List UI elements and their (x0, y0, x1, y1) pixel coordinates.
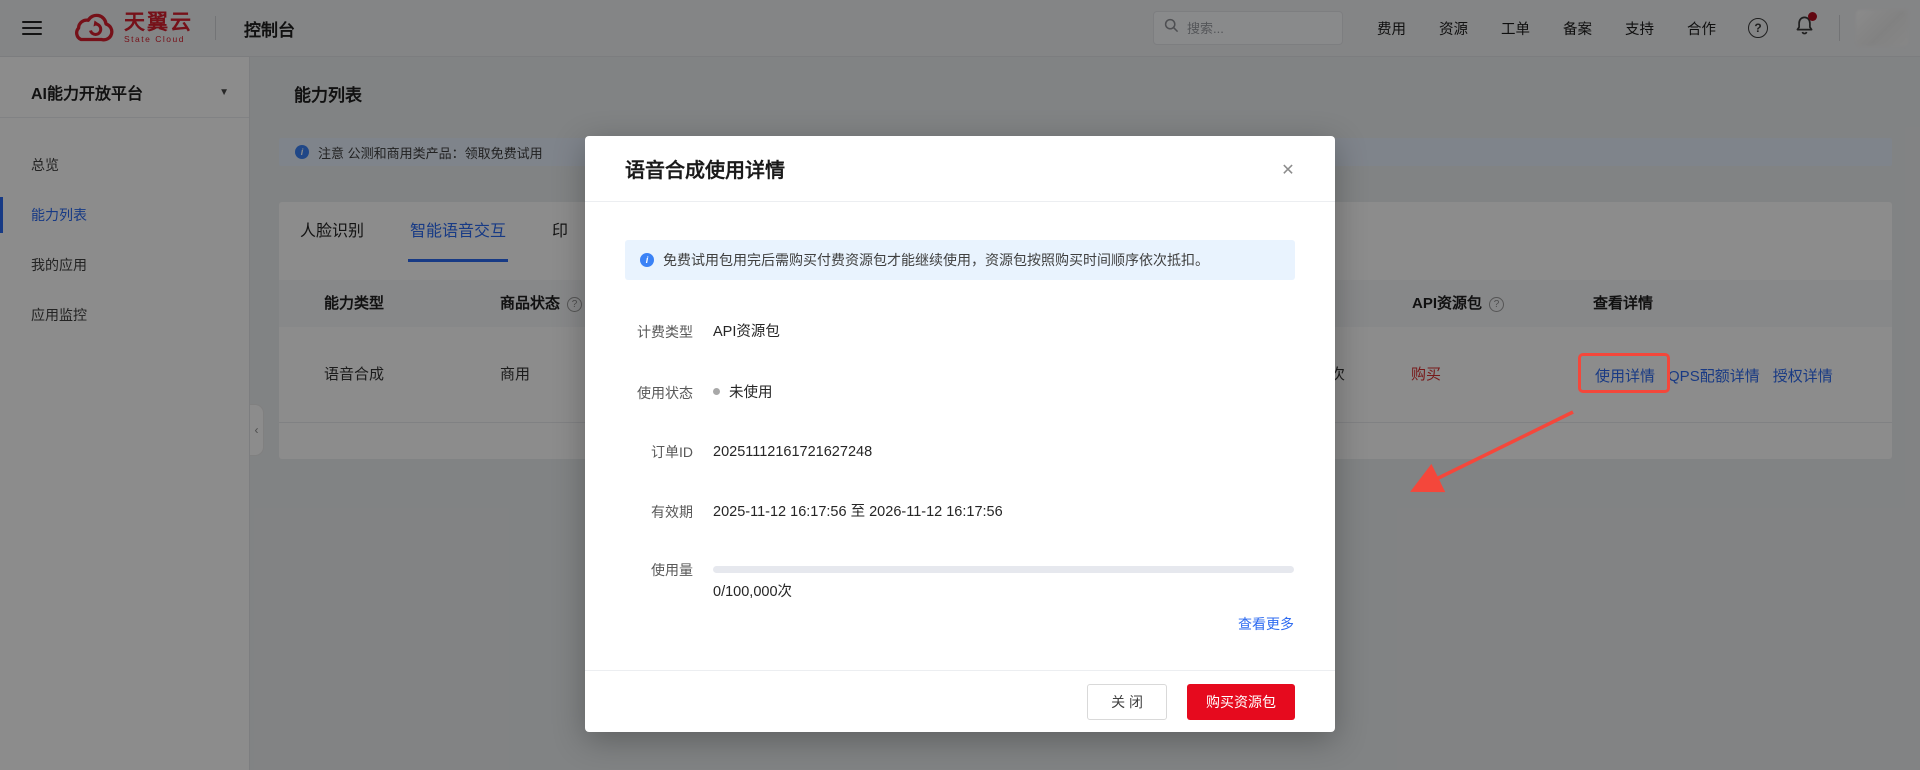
buy-package-button[interactable]: 购买资源包 (1187, 683, 1295, 720)
modal-notice-banner: i 免费试用包用完后需购买付费资源包才能继续使用，资源包按照购买时间顺序依次抵扣… (625, 240, 1295, 280)
field-validity: 有效期 2025-11-12 16:17:56 至 2026-11-12 16:… (625, 502, 1003, 522)
usage-details-modal: 语音合成使用详情 ✕ i 免费试用包用完后需购买付费资源包才能继续使用，资源包按… (585, 136, 1335, 732)
status-dot (713, 388, 720, 395)
view-more-link[interactable]: 查看更多 (1238, 614, 1294, 634)
annotation-highlight-box (1578, 353, 1670, 393)
field-label: 计费类型 (637, 324, 693, 340)
modal-notice-text: 免费试用包用完后需购买付费资源包才能继续使用，资源包按照购买时间顺序依次抵扣。 (663, 252, 1209, 268)
usage-count: 0/100,000次 (713, 584, 793, 600)
annotation-arrow (1390, 398, 1590, 503)
modal-footer: 关 闭 购买资源包 (585, 670, 1335, 732)
modal-title: 语音合成使用详情 (625, 160, 785, 182)
field-label: 订单ID (651, 444, 693, 460)
field-billing-type: 计费类型 API资源包 (625, 322, 780, 342)
usage-progress-bar (713, 566, 1294, 573)
field-order-id: 订单ID 20251112161721627248 (625, 442, 872, 462)
field-value: 2025-11-12 16:17:56 至 2026-11-12 16:17:5… (713, 504, 1003, 520)
field-usage-amount: 使用量 0/100,000次 (625, 560, 1294, 602)
field-value: 未使用 (713, 383, 773, 403)
usage-value-block: 0/100,000次 (713, 560, 1294, 602)
field-label: 使用状态 (637, 385, 693, 401)
field-value: API资源包 (713, 324, 780, 340)
field-value: 20251112161721627248 (713, 444, 873, 460)
close-icon[interactable]: ✕ (1277, 160, 1299, 182)
field-usage-status: 使用状态 未使用 (625, 383, 773, 403)
info-icon: i (640, 253, 654, 267)
close-button[interactable]: 关 闭 (1087, 683, 1167, 720)
app-page: 天翼云 State Cloud 控制台 费用 资源 工单 备案 支持 合作 ? (0, 0, 1920, 770)
status-text: 未使用 (729, 385, 773, 401)
modal-header: 语音合成使用详情 (585, 136, 1335, 202)
field-label: 有效期 (651, 504, 693, 520)
field-label: 使用量 (651, 562, 693, 578)
